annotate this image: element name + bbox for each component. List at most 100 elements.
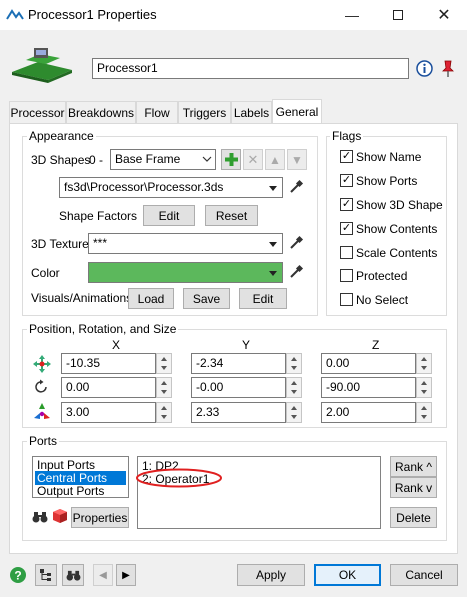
maximize-button[interactable]	[375, 0, 421, 30]
visuals-animations-label: Visuals/Animations	[31, 291, 133, 305]
tab-labels[interactable]: Labels	[231, 101, 272, 123]
previous-object-button[interactable]: ◀	[93, 564, 113, 586]
position-move-icon	[33, 355, 51, 373]
tab-processor[interactable]: Processor	[9, 101, 66, 123]
flags-group-label: Flags	[330, 129, 364, 143]
protected-label: Protected	[356, 269, 408, 283]
minimize-button[interactable]: —	[329, 0, 375, 30]
port-properties-button[interactable]: Properties	[71, 507, 129, 528]
position-x-spinner[interactable]	[156, 353, 172, 374]
texture-input[interactable]: ***	[88, 233, 283, 254]
rotation-y-input[interactable]: -0.00	[191, 377, 286, 398]
port-type-output[interactable]: Output Ports	[35, 484, 106, 498]
rotation-y-spinner[interactable]	[286, 377, 302, 398]
eyedropper-icon[interactable]	[288, 264, 304, 280]
tree-icon	[40, 569, 51, 581]
next-object-button[interactable]: ▶	[116, 564, 136, 586]
ports-group-label: Ports	[27, 434, 60, 448]
show-ports-checkbox[interactable]: ✓	[340, 174, 353, 187]
eyedropper-icon[interactable]	[288, 235, 304, 251]
move-shape-up-button[interactable]: ▲	[265, 149, 285, 170]
show-3d-shape-label: Show 3D Shape	[356, 198, 443, 212]
cancel-button[interactable]: Cancel	[390, 564, 458, 586]
rotation-z-spinner[interactable]	[416, 377, 432, 398]
rotation-x-input[interactable]: 0.00	[61, 377, 156, 398]
save-button[interactable]: Save	[183, 288, 230, 309]
apply-button[interactable]: Apply	[237, 564, 305, 586]
tree-view-button[interactable]	[35, 564, 57, 586]
shape-select-value: Base Frame	[115, 152, 181, 166]
close-button[interactable]: ✕	[421, 0, 467, 30]
size-x-spinner[interactable]	[156, 402, 172, 423]
info-icon[interactable]	[416, 60, 433, 77]
size-y-input[interactable]: 2.33	[191, 402, 286, 423]
y-column-header: Y	[242, 338, 251, 352]
shape-file-dropdown-icon[interactable]	[269, 186, 277, 191]
color-swatch[interactable]	[88, 262, 283, 283]
ok-button[interactable]: OK	[314, 564, 381, 586]
position-x-input[interactable]: -10.35	[61, 353, 156, 374]
add-shape-button[interactable]	[221, 149, 241, 170]
size-y-spinner[interactable]	[286, 402, 302, 423]
show-contents-checkbox[interactable]: ✓	[340, 222, 353, 235]
tab-breakdowns[interactable]: Breakdowns	[66, 101, 136, 123]
close-icon: ✕	[437, 7, 451, 24]
binoculars-icon[interactable]	[32, 510, 48, 524]
help-icon[interactable]: ?	[9, 566, 27, 584]
processor-3d-preview-icon	[12, 48, 72, 83]
shape-select[interactable]: Base Frame	[110, 149, 216, 170]
rank-up-button[interactable]: Rank ^	[390, 456, 437, 477]
scale-contents-label: Scale Contents	[356, 246, 438, 260]
port-type-list: Input Ports Central Ports Output Ports	[32, 456, 129, 498]
flexsim-app-icon	[6, 9, 24, 20]
tab-label: Labels	[233, 105, 270, 120]
rotation-x-spinner[interactable]	[156, 377, 172, 398]
protected-checkbox[interactable]	[340, 269, 353, 282]
scale-contents-checkbox[interactable]	[340, 246, 353, 259]
visuals-edit-button[interactable]: Edit	[239, 288, 287, 309]
load-button[interactable]: Load	[128, 288, 174, 309]
rotation-z-input[interactable]: -90.00	[321, 377, 416, 398]
shape-index-label: 0 -	[89, 153, 104, 167]
show-name-label: Show Name	[356, 150, 422, 164]
show-name-checkbox[interactable]: ✓	[340, 150, 353, 163]
shape-factors-reset-button[interactable]: Reset	[205, 205, 258, 226]
object-cube-icon[interactable]	[52, 508, 68, 524]
tab-triggers[interactable]: Triggers	[178, 101, 231, 123]
appearance-group-label: Appearance	[27, 129, 96, 143]
size-x-input[interactable]: 3.00	[61, 402, 156, 423]
port-type-input[interactable]: Input Ports	[35, 458, 97, 472]
find-button[interactable]	[62, 564, 84, 586]
show-3d-shape-checkbox[interactable]: ✓	[340, 198, 353, 211]
port-type-central[interactable]: Central Ports	[35, 471, 126, 485]
shape-file-input[interactable]: fs3d\Processor\Processor.3ds	[59, 177, 283, 198]
texture-dropdown-icon[interactable]	[269, 242, 277, 247]
chevron-down-icon	[202, 156, 212, 162]
position-y-spinner[interactable]	[286, 353, 302, 374]
eyedropper-icon[interactable]	[288, 179, 304, 195]
position-y-input[interactable]: -2.34	[191, 353, 286, 374]
tab-general[interactable]: General	[272, 99, 322, 124]
color-dropdown-icon[interactable]	[269, 271, 277, 276]
tab-label: Breakdowns	[67, 105, 135, 120]
3d-shapes-label: 3D Shapes	[31, 153, 91, 167]
no-select-checkbox[interactable]	[340, 293, 353, 306]
size-scale-icon	[34, 403, 50, 419]
remove-shape-button[interactable]: ✕	[243, 149, 263, 170]
rank-down-button[interactable]: Rank v	[390, 477, 437, 498]
z-column-header: Z	[372, 338, 380, 352]
delete-port-button[interactable]: Delete	[390, 507, 437, 528]
move-shape-down-button[interactable]: ▼	[287, 149, 307, 170]
x-column-header: X	[112, 338, 121, 352]
tab-label: Flow	[144, 105, 170, 120]
tab-flow[interactable]: Flow	[136, 101, 178, 123]
shape-factors-edit-button[interactable]: Edit	[143, 205, 195, 226]
pin-window-icon[interactable]	[438, 59, 458, 79]
position-z-input[interactable]: 0.00	[321, 353, 416, 374]
object-name-input[interactable]: Processor1	[92, 58, 409, 79]
size-z-input[interactable]: 2.00	[321, 402, 416, 423]
size-z-spinner[interactable]	[416, 402, 432, 423]
tab-label: Triggers	[182, 105, 227, 120]
plus-icon	[224, 153, 238, 166]
position-z-spinner[interactable]	[416, 353, 432, 374]
